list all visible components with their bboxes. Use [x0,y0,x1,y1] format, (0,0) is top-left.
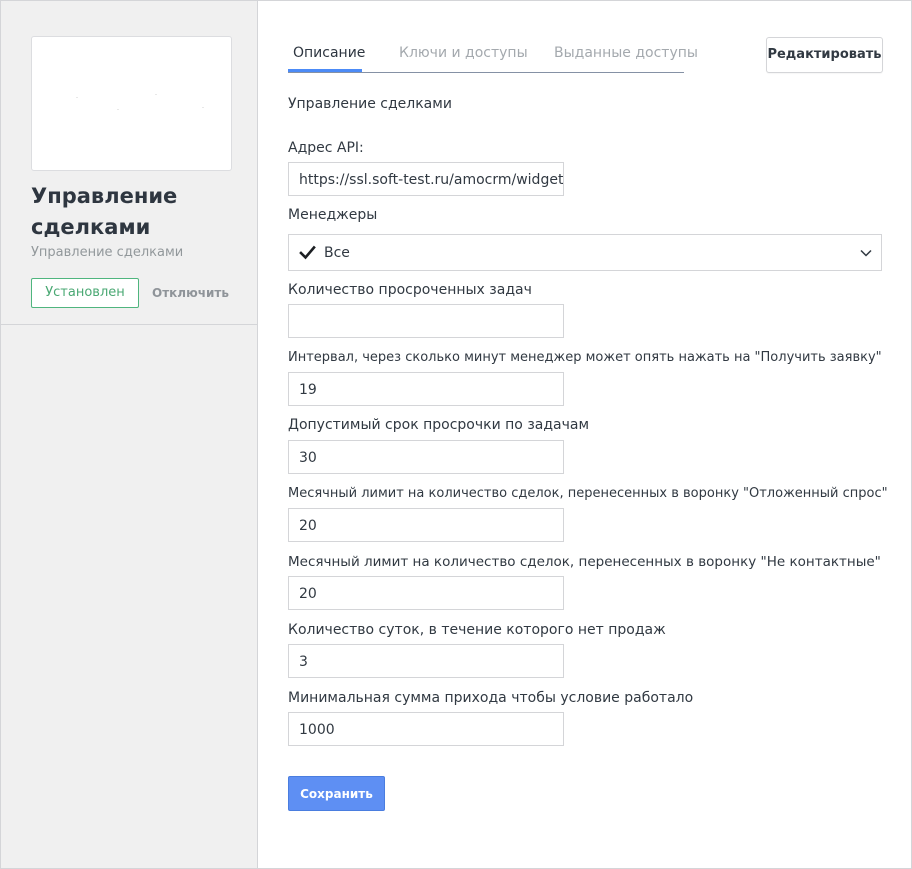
widget-title: Управление сделками [31,184,178,239]
no-sales-days-input[interactable]: 3 [288,644,564,678]
tab-bar: Описание Ключи и доступы Выданные доступ… [288,45,698,73]
checkmark-icon [299,245,316,260]
chevron-down-icon [860,249,872,257]
overdue-tasks-count-input[interactable] [288,304,564,338]
managers-label: Менеджеры [288,207,378,223]
overdue-tasks-count-label: Количество просроченных задач [288,282,532,298]
edit-button[interactable]: Редактировать [766,37,883,73]
limit-deferred-label: Месячный лимит на количество сделок, пер… [288,486,888,501]
main-panel: Описание Ключи и доступы Выданные доступ… [258,1,911,868]
tab-description[interactable]: Описание [293,45,365,61]
min-sum-input[interactable]: 1000 [288,712,564,746]
save-button[interactable]: Сохранить [288,776,385,811]
managers-select[interactable]: Все [288,234,882,271]
tab-keys-access[interactable]: Ключи и доступы [399,45,528,61]
overdue-term-input[interactable]: 30 [288,440,564,474]
api-address-label: Адрес API: [288,140,364,156]
disable-link[interactable]: Отключить [152,286,229,300]
widget-description: Управление сделками [288,96,452,112]
tab-granted-access[interactable]: Выданные доступы [554,45,698,61]
interval-label: Интервал, через сколько минут менеджер м… [288,350,882,365]
interval-input[interactable]: 19 [288,372,564,406]
min-sum-label: Минимальная сумма прихода чтобы условие … [288,690,694,706]
no-sales-days-label: Количество суток, в течение которого нет… [288,622,666,638]
active-tab-indicator [288,69,362,72]
installed-button[interactable]: Установлен [31,278,139,308]
sidebar: Управление сделками Управление сделками … [1,1,258,868]
widget-info-panel: Управление сделками Управление сделками … [1,1,257,325]
api-address-input[interactable]: https://ssl.soft-test.ru/amocrm/widget/ [288,162,564,196]
limit-noncontact-label: Месячный лимит на количество сделок, пер… [288,554,881,570]
limit-noncontact-input[interactable]: 20 [288,576,564,610]
widget-logo [31,36,232,171]
widget-settings-window: Управление сделками Управление сделками … [0,0,912,869]
overdue-term-label: Допустимый срок просрочки по задачам [288,417,590,433]
managers-select-value: Все [324,245,350,261]
widget-subtitle: Управление сделками [31,245,184,260]
limit-deferred-input[interactable]: 20 [288,508,564,542]
